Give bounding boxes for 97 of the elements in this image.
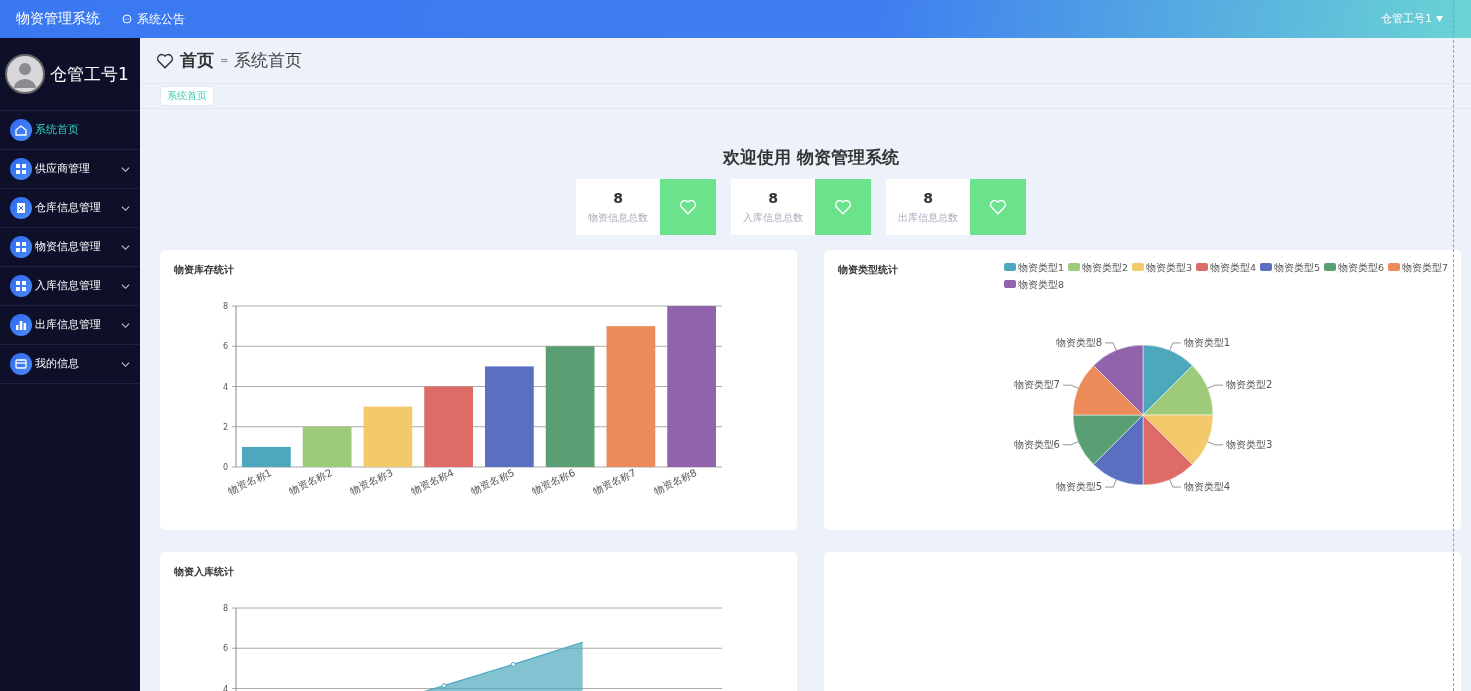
legend-item[interactable]: 物资类型3 <box>1132 261 1193 273</box>
grid-icon <box>10 236 32 258</box>
chevron-icon <box>121 164 130 174</box>
legend-label: 物资类型1 <box>1018 261 1065 273</box>
stat-label: 出库信息总数 <box>898 210 958 225</box>
bar-chart-icon <box>10 314 32 336</box>
axis-tick-label: 8 <box>222 302 228 311</box>
axis-tick-label: 0 <box>222 463 228 472</box>
slice-label: 物资类型8 <box>1055 336 1103 348</box>
stat-label: 入库信息总数 <box>743 210 803 225</box>
legend-label: 物资类型2 <box>1082 261 1129 273</box>
chat-icon <box>122 14 132 24</box>
breadcrumb-current: 系统首页 <box>234 49 303 72</box>
legend-item[interactable]: 物资类型8 <box>1004 278 1065 290</box>
chevron-icon <box>121 359 130 369</box>
legend-label: 物资类型7 <box>1402 261 1449 273</box>
legend-label: 物资类型8 <box>1018 278 1065 290</box>
legend-label: 物资类型6 <box>1338 261 1385 273</box>
menu-item[interactable]: 供应商管理 <box>0 150 140 189</box>
leader-line <box>1169 342 1182 351</box>
breadcrumb-separator: = <box>220 55 229 66</box>
stat-value: 8 <box>923 189 933 206</box>
axis-tick-label: 6 <box>222 342 228 352</box>
pie-slice <box>1072 365 1144 416</box>
leader-line <box>1207 384 1224 389</box>
card-icon <box>10 353 32 375</box>
legend-item[interactable]: 物资类型6 <box>1324 261 1385 273</box>
chart-title: 物资入库统计 <box>174 566 234 579</box>
chevron-icon <box>121 320 130 330</box>
chart-title: 物资库存统计 <box>174 264 234 277</box>
slice-label: 物资类型1 <box>1183 336 1231 348</box>
legend-item[interactable]: 物资类型2 <box>1068 261 1129 273</box>
avatar <box>5 54 45 94</box>
legend-item[interactable]: 物资类型4 <box>1196 261 1257 273</box>
legend-item[interactable]: 物资类型5 <box>1260 261 1321 273</box>
stat-value: 8 <box>613 189 623 206</box>
leader-line <box>1104 342 1117 351</box>
axis-category-label: 物资名称5 <box>469 466 517 497</box>
leader-line <box>1104 479 1117 488</box>
slice-label: 物资类型4 <box>1183 481 1231 493</box>
legend-item[interactable]: 物资类型7 <box>1388 261 1449 273</box>
menu-item[interactable]: 系统首页 <box>0 111 140 150</box>
heart-icon <box>834 198 852 216</box>
slice-label: 物资类型3 <box>1226 438 1273 450</box>
menu-item[interactable]: 物资信息管理 <box>0 228 140 267</box>
pie-slice <box>1142 365 1214 416</box>
grid-icon <box>10 158 32 180</box>
heart-icon <box>679 198 697 216</box>
stat-value: 8 <box>768 189 778 206</box>
legend-label: 物资类型3 <box>1146 261 1193 273</box>
legend-label: 物资类型5 <box>1274 261 1321 273</box>
home-icon <box>10 119 32 141</box>
heart-icon <box>989 198 1007 216</box>
leader-line <box>1169 479 1182 488</box>
slice-label: 物资类型5 <box>1055 481 1103 493</box>
leader-line <box>1062 441 1079 446</box>
bar <box>302 426 352 467</box>
slice-label: 物资类型6 <box>1013 438 1060 450</box>
legend-label: 物资类型4 <box>1210 261 1257 273</box>
chart-title: 物资类型统计 <box>838 264 898 277</box>
menu-item[interactable]: 出库信息管理 <box>0 306 140 345</box>
clipboard-icon <box>10 197 32 219</box>
axis-tick-label: 8 <box>222 604 228 613</box>
app-title: 物资管理系统 <box>16 10 100 28</box>
chevron-icon <box>121 281 130 291</box>
caret-icon <box>1436 16 1443 22</box>
axis-tick-label: 2 <box>222 422 228 432</box>
welcome-title: 欢迎使用 物资管理系统 <box>721 146 900 169</box>
heart-icon <box>156 51 174 70</box>
axis-category-label: 物资名称2 <box>287 466 334 497</box>
axis-tick-label: 6 <box>222 644 228 654</box>
leader-line <box>1207 441 1224 446</box>
axis-category-label: 物资名称7 <box>591 466 638 497</box>
axis-category-label: 物资名称6 <box>530 466 577 497</box>
notice-link[interactable]: 系统公告 <box>122 11 185 27</box>
axis-category-label: 物资名称8 <box>651 466 699 497</box>
bar <box>242 446 291 467</box>
axis-tick-label: 4 <box>222 382 228 392</box>
axis-tick-label: 4 <box>222 684 228 691</box>
axis-category-label: 物资名称4 <box>408 466 456 497</box>
chevron-icon <box>121 242 130 252</box>
pie-slice <box>1142 414 1214 465</box>
menu-item[interactable]: 我的信息 <box>0 345 140 384</box>
slice-label: 物资类型7 <box>1013 379 1060 391</box>
breadcrumb-home[interactable]: 首页 <box>180 49 214 72</box>
legend-item[interactable]: 物资类型1 <box>1004 261 1065 273</box>
menu-item[interactable]: 仓库信息管理 <box>0 189 140 228</box>
slice-label: 物资类型2 <box>1226 379 1273 391</box>
user-name: 仓管工号1 <box>50 62 129 86</box>
chevron-icon <box>121 203 130 213</box>
pie-slice <box>1072 414 1144 465</box>
leader-line <box>1062 384 1079 389</box>
menu-item[interactable]: 入库信息管理 <box>0 267 140 306</box>
stat-label: 物资信息总数 <box>588 210 648 225</box>
bar <box>363 406 413 467</box>
grid-icon <box>10 275 32 297</box>
axis-category-label: 物资名称3 <box>348 466 395 497</box>
